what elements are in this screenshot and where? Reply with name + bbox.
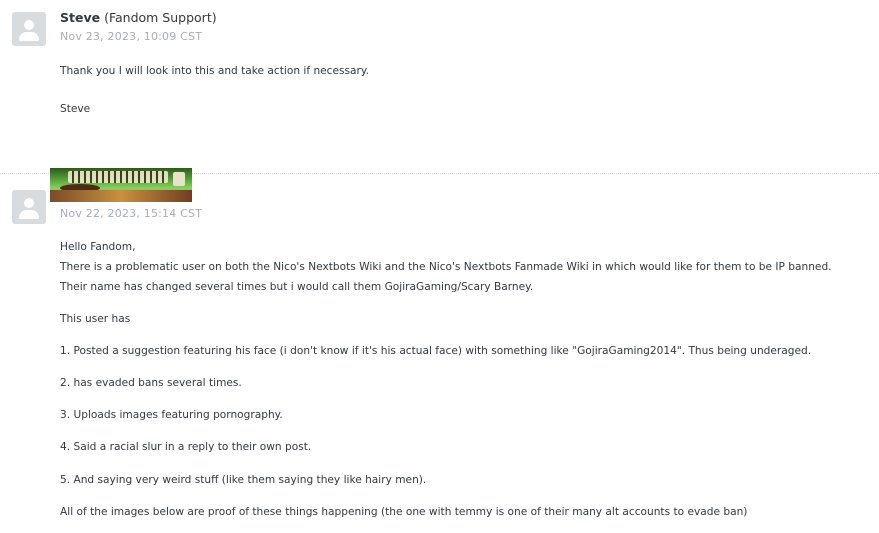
comment-body-line: 3. Uploads images featuring pornography. [60,409,283,421]
comment-author: Steve (Fandom Support) [60,10,217,25]
comment-body-line: Their name has changed several times but… [60,281,534,293]
author-name: Steve [60,10,101,25]
comment-body-line: There is a problematic user on both the … [60,261,832,273]
comment-body-line: Thank you I will look into this and take… [60,65,370,77]
comment-body-line: Hello Fandom, [60,241,136,253]
author-organization: (Fandom Support) [104,10,217,25]
attachment-thumbnail[interactable] [50,168,192,202]
comment-body-line: 5. And saying very weird stuff (like the… [60,474,427,486]
comment-body-line: 2. has evaded bans several times. [60,377,242,389]
comment-body-line: 1. Posted a suggestion featuring his fac… [60,345,812,357]
comment-timestamp: Nov 23, 2023, 10:09 CST [60,30,203,43]
comment-signature: Steve [60,103,91,115]
comment-body-line: This user has [60,313,131,325]
comment-timestamp: Nov 22, 2023, 15:14 CST [60,207,203,220]
user-avatar-icon [12,190,46,224]
comment-body-line: 4. Said a racial slur in a reply to thei… [60,441,312,453]
user-avatar-icon [12,12,46,46]
comment-body-line: All of the images below are proof of the… [60,506,748,518]
